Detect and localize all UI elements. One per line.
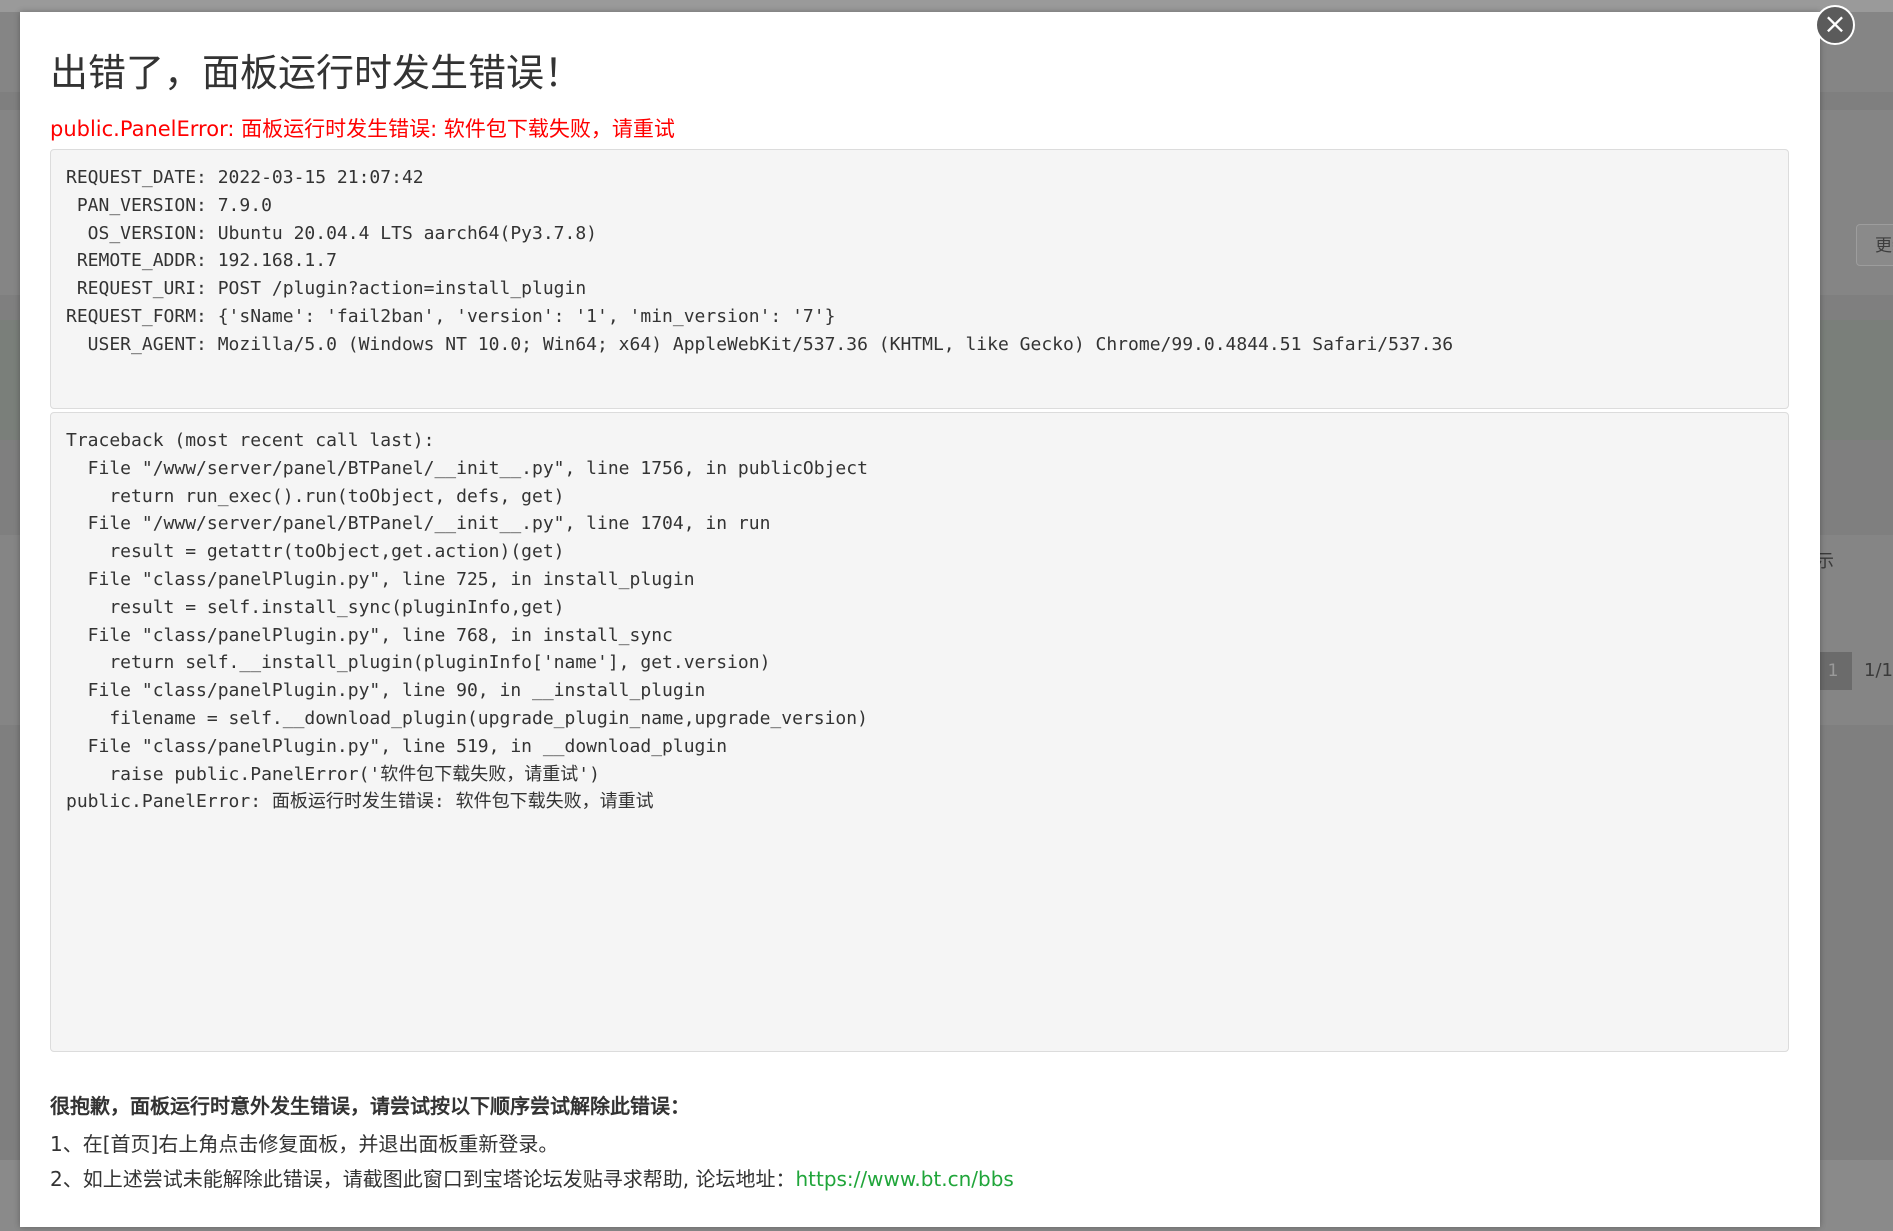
help-step-2-text: 2、如上述尝试未能解除此错误，请截图此窗口到宝塔论坛发贴寻求帮助, 论坛地址：: [50, 1167, 796, 1191]
forum-link[interactable]: https://www.bt.cn/bbs: [795, 1167, 1013, 1191]
update-button[interactable]: 更新: [1856, 224, 1893, 266]
request-info-block: REQUEST_DATE: 2022-03-15 21:07:42 PAN_VE…: [50, 149, 1789, 409]
help-heading: 很抱歉，面板运行时意外发生错误，请尝试按以下顺序尝试解除此错误：: [50, 1094, 690, 1118]
traceback-block: Traceback (most recent call last): File …: [50, 412, 1789, 1052]
error-message: public.PanelError: 面板运行时发生错误: 软件包下载失败，请重…: [50, 117, 675, 141]
background-top-bar: [0, 0, 1893, 12]
error-dialog: × 出错了，面板运行时发生错误！ public.PanelError: 面板运行…: [20, 5, 1855, 1227]
help-step-1: 1、在[首页]右上角点击修复面板，并退出面板重新登录。: [50, 1132, 559, 1156]
pagination-count: 1/1: [1864, 660, 1893, 681]
close-icon[interactable]: ×: [1815, 5, 1855, 45]
dialog-title: 出错了，面板运行时发生错误！: [50, 51, 583, 95]
help-step-2: 2、如上述尝试未能解除此错误，请截图此窗口到宝塔论坛发贴寻求帮助, 论坛地址：h…: [50, 1163, 1014, 1192]
